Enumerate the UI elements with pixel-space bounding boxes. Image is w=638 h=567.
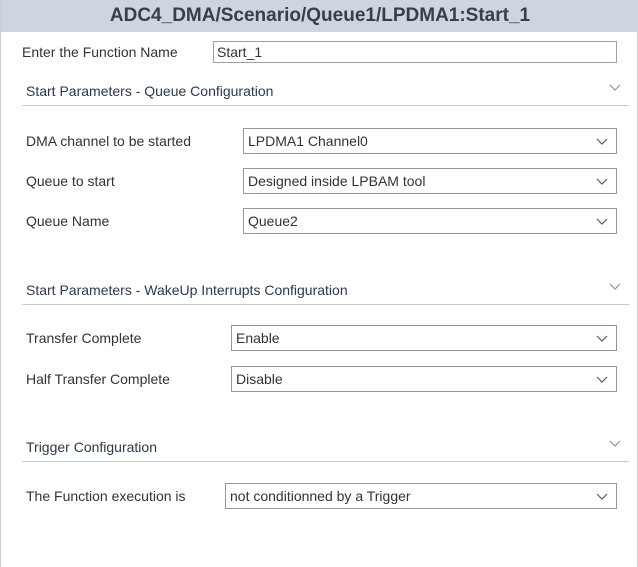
chevron-down-icon: [596, 376, 608, 383]
transfer-complete-select[interactable]: Enable: [231, 325, 617, 351]
section-title-queue-configuration: Start Parameters - Queue Configuration: [26, 83, 274, 99]
chevron-down-icon: [609, 440, 621, 447]
half-transfer-complete-value: Disable: [236, 371, 283, 387]
dma-channel-label: DMA channel to be started: [26, 133, 191, 149]
section-title-trigger-configuration: Trigger Configuration: [26, 439, 157, 455]
section-header-trigger-configuration[interactable]: Trigger Configuration: [22, 432, 629, 462]
queue-to-start-label: Queue to start: [26, 173, 115, 189]
function-name-input[interactable]: [213, 41, 617, 63]
queue-name-value: Queue2: [248, 213, 298, 229]
half-transfer-complete-label: Half Transfer Complete: [26, 371, 170, 387]
queue-name-select[interactable]: Queue2: [243, 208, 617, 234]
configuration-panel: ADC4_DMA/Scenario/Queue1/LPDMA1:Start_1 …: [0, 0, 638, 567]
function-execution-value: not conditionned by a Trigger: [230, 488, 411, 504]
section-header-queue-configuration[interactable]: Start Parameters - Queue Configuration: [22, 76, 629, 106]
transfer-complete-label: Transfer Complete: [26, 330, 142, 346]
chevron-down-icon: [596, 178, 608, 185]
function-name-row: Enter the Function Name: [1, 32, 638, 70]
function-name-label: Enter the Function Name: [22, 44, 178, 60]
dma-channel-value: LPDMA1 Channel0: [248, 133, 368, 149]
chevron-down-icon: [609, 283, 621, 290]
dma-channel-select[interactable]: LPDMA1 Channel0: [243, 128, 617, 154]
panel-title: ADC4_DMA/Scenario/Queue1/LPDMA1:Start_1: [1, 0, 638, 32]
queue-to-start-select[interactable]: Designed inside LPBAM tool: [243, 168, 617, 194]
chevron-down-icon: [596, 493, 608, 500]
function-execution-label: The Function execution is: [26, 488, 186, 504]
section-title-wakeup-interrupts: Start Parameters - WakeUp Interrupts Con…: [26, 282, 348, 298]
chevron-down-icon: [596, 335, 608, 342]
queue-to-start-value: Designed inside LPBAM tool: [248, 173, 426, 189]
section-header-wakeup-interrupts[interactable]: Start Parameters - WakeUp Interrupts Con…: [22, 275, 629, 305]
queue-name-label: Queue Name: [26, 213, 110, 229]
chevron-down-icon: [596, 138, 608, 145]
transfer-complete-value: Enable: [236, 330, 280, 346]
chevron-down-icon: [596, 218, 608, 225]
function-execution-select[interactable]: not conditionned by a Trigger: [225, 483, 617, 509]
half-transfer-complete-select[interactable]: Disable: [231, 366, 617, 392]
chevron-down-icon: [609, 84, 621, 91]
